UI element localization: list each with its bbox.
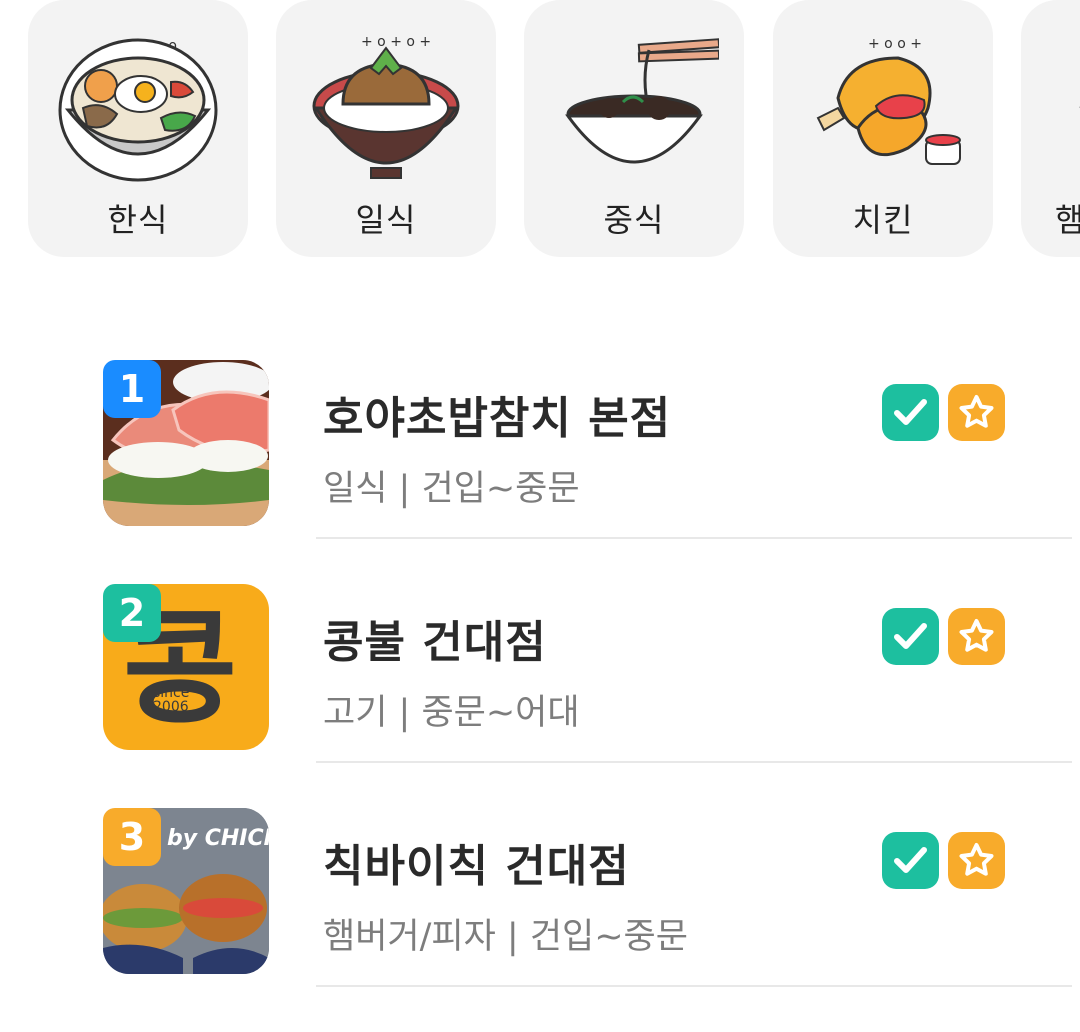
check-badge-icon <box>882 384 939 441</box>
category-korean[interactable]: + o + o 한식 <box>28 0 248 257</box>
category-label: 일식 <box>355 201 417 239</box>
divider <box>316 537 1072 539</box>
restaurant-category-area: 일식 | 건입~중문 <box>323 469 580 509</box>
restaurant-row[interactable]: by CHICK 3 칙바이칙 건대점 햄버거/피자 | 건입~중문 <box>0 808 1080 1032</box>
category-burger[interactable]: 햄 <box>1021 0 1080 257</box>
donburi-bowl-icon: + o + o + <box>312 34 460 179</box>
restaurant-name: 콩불 건대점 <box>323 617 547 668</box>
logo-text: by CHICK <box>167 826 269 851</box>
star-badge-icon <box>948 832 1005 889</box>
restaurant-category-area: 고기 | 중문~어대 <box>323 693 580 733</box>
category-label: 치킨 <box>852 201 914 239</box>
category-chicken[interactable]: + o o + 치킨 <box>773 0 993 257</box>
check-badge-icon <box>882 832 939 889</box>
divider <box>316 761 1072 763</box>
star-badge-icon <box>948 608 1005 665</box>
category-strip: + o + o 한식 + o + o + 일식 <box>0 0 1080 260</box>
star-badge-icon <box>948 384 1005 441</box>
restaurant-row[interactable]: 콩불 since 2006 2 콩불 건대점 고기 | 중문~어대 <box>0 584 1080 808</box>
logo-year: 2006 <box>153 699 189 715</box>
burger-icon <box>1079 106 1080 108</box>
rank-badge: 2 <box>103 584 161 642</box>
rank-badge: 1 <box>103 360 161 418</box>
noodle-bowl-icon <box>565 38 719 164</box>
restaurant-row[interactable]: 1 호야초밥참치 본점 일식 | 건입~중문 <box>0 360 1080 584</box>
logo-since: since <box>153 685 190 701</box>
category-japanese[interactable]: + o + o + 일식 <box>276 0 496 257</box>
category-label: 한식 <box>107 201 169 239</box>
svg-text:+ o o +: + o o + <box>868 36 922 52</box>
category-label: 햄 <box>1055 201 1080 239</box>
restaurant-category-area: 햄버거/피자 | 건입~중문 <box>323 917 688 957</box>
category-chinese[interactable]: 중식 <box>524 0 744 257</box>
bibimbap-bowl-icon: + o + o <box>58 38 218 182</box>
rank-badge: 3 <box>103 808 161 866</box>
svg-text:+ o + o +: + o + o + <box>361 34 431 50</box>
category-label: 중식 <box>603 201 665 239</box>
restaurant-name: 칙바이칙 건대점 <box>323 841 630 892</box>
check-badge-icon <box>882 608 939 665</box>
fried-chicken-icon: + o o + <box>816 36 961 165</box>
restaurant-name: 호야초밥참치 본점 <box>323 393 672 444</box>
